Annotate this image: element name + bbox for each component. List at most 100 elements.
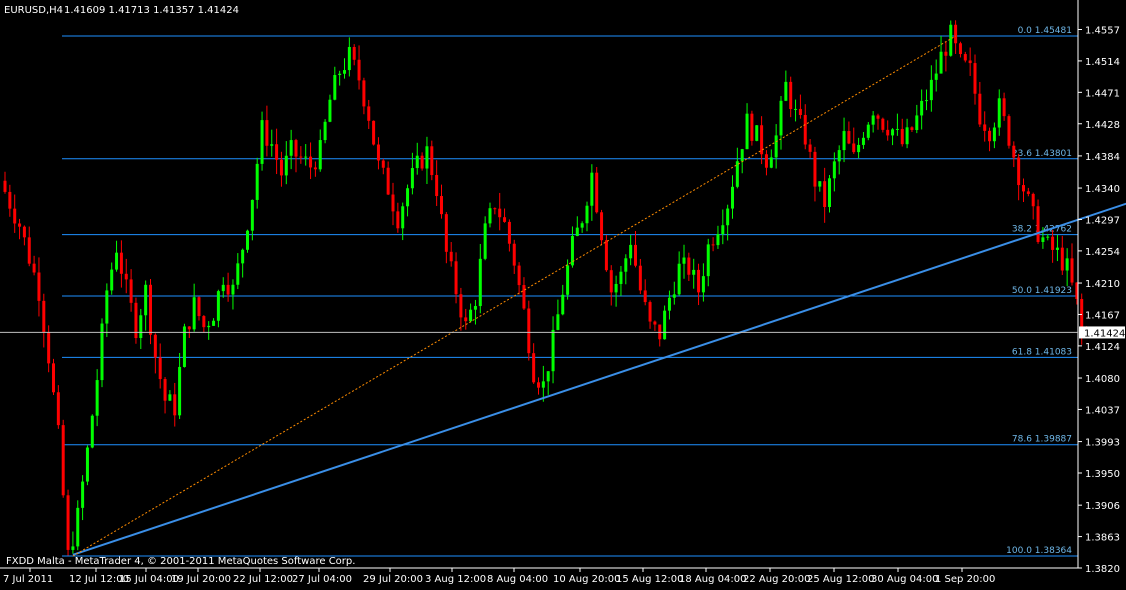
candle-body [614, 283, 618, 293]
candle-body [503, 217, 507, 222]
candle-body [250, 199, 254, 231]
candle-body [483, 223, 487, 259]
candle-body [629, 244, 633, 259]
x-tick-label: 22 Aug 20:00 [743, 574, 810, 585]
candle-body [541, 381, 545, 388]
candle-body [677, 263, 681, 295]
candle-body [837, 150, 841, 162]
candle-body [265, 120, 269, 146]
candle-body [352, 47, 356, 60]
candle-body [328, 99, 332, 122]
candle-body [798, 108, 802, 116]
candle-body [115, 252, 119, 270]
candle-body [338, 73, 342, 76]
candle-body [391, 194, 395, 212]
candle-body [498, 208, 502, 218]
candle-body [1012, 145, 1016, 158]
candle-body [857, 144, 861, 153]
candle-body [469, 309, 473, 322]
candle-body [866, 124, 870, 138]
candle-body [643, 290, 647, 303]
candle-body [381, 160, 385, 168]
candle-body [454, 261, 458, 295]
candle-body [891, 129, 895, 136]
candle-body [658, 324, 662, 340]
candle-body [711, 244, 715, 246]
candle-body [289, 140, 293, 156]
y-tick-label: 1.4428 [1085, 120, 1120, 131]
candle-body [76, 507, 80, 547]
candle-body [847, 131, 851, 144]
candle-body [983, 124, 987, 131]
candle-body [18, 223, 22, 227]
candle-body [1051, 236, 1055, 250]
candle-body [910, 127, 914, 130]
candle-body [881, 118, 885, 130]
candle-body [212, 320, 216, 326]
candle-body [551, 329, 555, 372]
candle-body [963, 54, 967, 61]
candle-body [532, 353, 536, 383]
candle-body [406, 188, 410, 207]
candle-body [444, 214, 448, 252]
candle-body [774, 135, 778, 158]
candle-body [556, 314, 560, 330]
candle-body [294, 140, 298, 157]
candle-body [197, 297, 201, 317]
x-tick-label: 7 Jul 2011 [3, 574, 53, 585]
candle-body [672, 294, 676, 298]
candle-body [13, 208, 17, 224]
candle-body [372, 120, 376, 145]
candle-body [178, 366, 182, 416]
candle-body [231, 284, 235, 295]
candle-body [905, 127, 909, 145]
candle-body [939, 51, 943, 74]
x-tick-label: 29 Jul 20:00 [363, 574, 423, 585]
y-tick-label: 1.4297 [1085, 215, 1120, 226]
candle-body [876, 115, 880, 119]
candles [3, 20, 1089, 556]
candle-body [731, 186, 734, 209]
candle-body [624, 258, 628, 272]
candle-body [517, 265, 521, 286]
candle-body [1055, 247, 1059, 250]
candle-body [537, 382, 540, 388]
candle-body [895, 128, 899, 130]
candle-body [823, 181, 827, 208]
x-tick-label: 22 Jul 12:00 [233, 574, 293, 585]
candle-body [609, 270, 613, 293]
candle-body [299, 156, 303, 158]
candle-body [362, 80, 366, 107]
candle-body [343, 70, 346, 74]
candle-body [527, 308, 531, 354]
fib-level-label: 78.6 1.39887 [1012, 435, 1072, 445]
y-tick-label: 1.4210 [1085, 279, 1120, 290]
candle-body [1046, 236, 1050, 238]
candle-body [192, 297, 196, 330]
candle-body [473, 306, 477, 310]
candle-body [701, 276, 705, 293]
candle-body [784, 81, 788, 101]
candle-body [61, 425, 65, 496]
candle-body [386, 167, 390, 195]
candle-body [692, 269, 696, 275]
candle-body [275, 144, 279, 160]
candle-body [27, 237, 31, 264]
candle-body [944, 51, 948, 56]
copyright-text: FXDD Malta - MetaTrader 4, © 2001-2011 M… [6, 556, 355, 567]
x-tick-label: 15 Aug 12:00 [616, 574, 683, 585]
candle-body [279, 159, 283, 176]
candle-body [1036, 206, 1040, 242]
candle-body [241, 249, 245, 264]
fib-level-label: 23.6 1.43801 [1012, 149, 1072, 159]
candle-body [440, 196, 443, 215]
candle-body [595, 172, 599, 213]
candle-body [260, 120, 264, 164]
candle-body [1041, 237, 1045, 242]
price-chart[interactable]: 0.0 1.45481 23.6 1.43801 38.2 1.42762 50.0 … [0, 0, 1126, 586]
candle-body [949, 24, 953, 56]
candle-body [149, 284, 152, 335]
candle-body [8, 191, 12, 209]
candle-body [158, 357, 162, 380]
candle-body [85, 447, 89, 482]
